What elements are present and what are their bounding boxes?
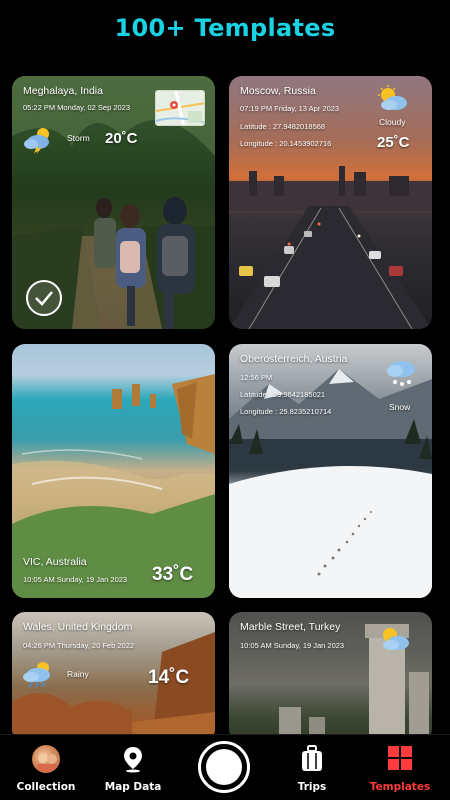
nav-item-collection[interactable]: Collection [6,735,86,800]
location-label: Moscow, Russia [240,85,316,97]
longitude-label: Longitude : 20.1453902716 [240,139,332,148]
nav-item-map-data[interactable]: Map Data [93,735,173,800]
template-card[interactable]: Meghalaya, India 05:22 PM Monday, 02 Sep… [12,76,215,329]
nav-item-templates[interactable]: Templates [360,735,440,800]
suitcase-icon [302,745,322,771]
template-card[interactable]: Moscow, Russia 07:19 PM Friday, 13 Apr 2… [229,76,432,329]
datetime-label: 07:19 PM Friday, 13 Apr 2023 [240,104,340,113]
condition-label: Storm [67,133,90,143]
storm-icon [24,128,49,155]
templates-grid: Meghalaya, India 05:22 PM Monday, 02 Sep… [12,76,438,736]
shutter-inner [206,749,242,785]
datetime-label: 04:26 PM Thursday, 20 Feb 2022 [23,641,135,650]
location-label: VIC, Australia [23,556,87,568]
selected-check-icon[interactable] [26,280,62,316]
location-label: Meghalaya, India [23,85,103,97]
template-card[interactable]: Wales, United Kingdom 04:26 PM Thursday,… [12,612,215,736]
templates-grid-icon [388,746,412,770]
latitude-label: Latitude : 27.9482018568 [240,122,326,131]
location-label: Wales, United Kingdom [23,621,133,633]
avatar [32,745,60,773]
nav-label-collection: Collection [16,781,76,793]
temperature-label: 25˚C [377,134,410,151]
location-label: Marble Street, Turkey [240,621,341,633]
longitude-label: Longitude : 25.8235210714 [240,407,332,416]
rainy-icon [23,662,50,688]
nav-label-map-data: Map Data [104,781,162,793]
shutter-button[interactable] [198,741,250,793]
map-thumbnail [155,90,205,126]
snow-icon [387,361,415,386]
condition-label: Rainy [67,669,89,679]
template-card[interactable]: Marble Street, Turkey 10:05 AM Sunday, 1… [229,612,432,736]
cloudy-sun-icon [383,628,409,650]
map-pin-icon [156,91,204,125]
time-label: 12:56 PM [240,373,273,382]
datetime-label: 10:05 AM Sunday, 19 Jan 2023 [23,575,128,584]
datetime-label: 05:22 PM Monday, 02 Sep 2023 [23,103,131,112]
temperature-label: 20˚C [105,130,138,147]
condition-label: Cloudy [379,117,406,127]
page-title: 100+ Templates [114,14,336,42]
cloudy-sun-icon [378,85,407,110]
nav-label-trips: Trips [297,781,327,793]
nav-item-trips[interactable]: Trips [272,735,352,800]
map-pin-icon [124,747,142,773]
template-card[interactable]: Oberosterreich, Austria 12:56 PM Latitud… [229,344,432,598]
datetime-label: 10:05 AM Sunday, 19 Jan 2023 [240,641,345,650]
location-label: Oberosterreich, Austria [240,353,348,365]
template-card[interactable]: VIC, Australia 10:05 AM Sunday, 19 Jan 2… [12,344,215,598]
temperature-label: 14˚C [148,667,190,688]
latitude-label: Latitude : 29.9642185021 [240,390,326,399]
nav-label-templates: Templates [369,781,431,793]
condition-label: Snow [389,402,411,412]
temperature-label: 33˚C [152,564,194,585]
